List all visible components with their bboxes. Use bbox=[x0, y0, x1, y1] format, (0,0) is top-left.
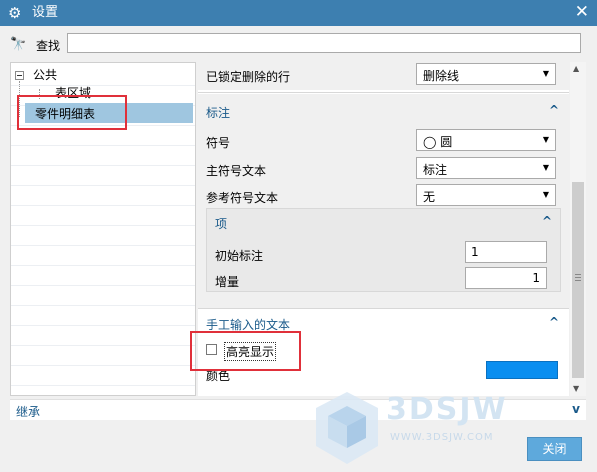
collapse-icon[interactable] bbox=[15, 71, 24, 80]
annotation-group-title: 标注 bbox=[206, 106, 231, 120]
title-bar: ⚙ 设置 ✕ bbox=[0, 0, 597, 26]
initial-input[interactable]: 1 bbox=[465, 241, 547, 263]
dropdown-arrow-icon: ▼ bbox=[542, 190, 549, 199]
item-subgroup: 项 ^ 初始标注 1 增量 1 bbox=[206, 208, 561, 292]
chevron-up-icon[interactable]: ^ bbox=[542, 214, 552, 228]
gear-icon: ⚙ bbox=[8, 4, 22, 22]
chevron-up-icon[interactable]: ^ bbox=[549, 103, 559, 117]
dropdown-arrow-icon: ▼ bbox=[542, 69, 549, 78]
symbol-select[interactable]: ◯ 圆 ▼ bbox=[416, 129, 556, 151]
dropdown-arrow-icon: ▼ bbox=[542, 135, 549, 144]
symbol-label: 符号 bbox=[206, 136, 231, 150]
color-swatch[interactable] bbox=[486, 361, 558, 379]
search-label: 查找 bbox=[36, 39, 61, 53]
window-title: 设置 bbox=[32, 5, 59, 20]
inherit-label: 继承 bbox=[16, 405, 41, 419]
binoculars-icon: 🔭 bbox=[10, 37, 27, 52]
inherit-group[interactable]: 继承 v bbox=[10, 399, 586, 420]
ref-symbol-text-select[interactable]: 无 ▼ bbox=[416, 184, 556, 206]
close-button[interactable]: 关闭 bbox=[527, 437, 582, 461]
locked-delete-select[interactable]: 删除线 ▼ bbox=[416, 63, 556, 85]
circle-icon: ◯ bbox=[423, 135, 437, 149]
chevron-up-icon[interactable]: ^ bbox=[549, 315, 559, 329]
main-symbol-text-label: 主符号文本 bbox=[206, 164, 267, 178]
search-input[interactable] bbox=[67, 33, 581, 53]
locked-delete-label: 已锁定删除的行 bbox=[206, 70, 291, 84]
ref-symbol-text-label: 参考符号文本 bbox=[206, 191, 279, 205]
increment-label: 增量 bbox=[215, 275, 240, 289]
search-row: 🔭 查找 bbox=[0, 26, 597, 62]
scroll-thumb[interactable] bbox=[572, 182, 584, 378]
highlight-box bbox=[17, 95, 127, 130]
scroll-down-icon[interactable]: ▼ bbox=[573, 384, 579, 393]
close-icon[interactable]: ✕ bbox=[575, 3, 589, 21]
initial-label: 初始标注 bbox=[215, 249, 264, 263]
dropdown-arrow-icon: ▼ bbox=[542, 163, 549, 172]
main-symbol-text-select[interactable]: 标注 ▼ bbox=[416, 157, 556, 179]
scroll-up-icon[interactable]: ▲ bbox=[573, 64, 579, 73]
panel-scrollbar[interactable]: ▲ ▼ bbox=[570, 62, 586, 396]
tree-item-common[interactable]: 公共 bbox=[33, 67, 57, 83]
chevron-down-icon[interactable]: v bbox=[572, 402, 580, 416]
increment-input[interactable]: 1 bbox=[465, 267, 547, 289]
highlight-box bbox=[190, 331, 301, 371]
item-group-title: 项 bbox=[215, 217, 228, 231]
